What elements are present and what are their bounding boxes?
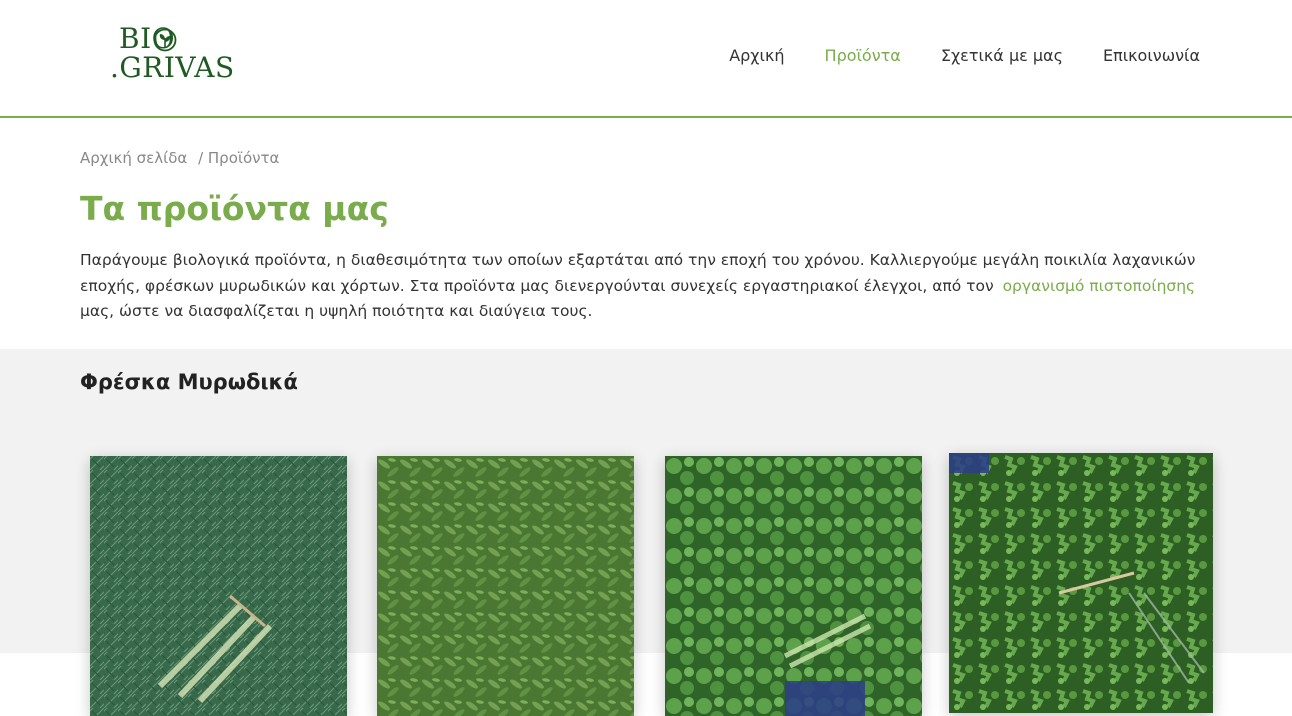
- breadcrumb: Αρχική σελίδα / Προϊόντα: [80, 149, 1220, 167]
- site-header: BIO .GRIVAS Αρχική Προϊόντα Σχετικά με μ…: [0, 0, 1292, 118]
- section-title: Φρέσκα Μυρωδικά: [80, 370, 298, 394]
- product-card-arugula[interactable]: [377, 456, 634, 716]
- parsley-image: [949, 453, 1213, 713]
- logo-line2: .GRIVAS: [110, 51, 235, 84]
- product-card-parsley[interactable]: [949, 453, 1213, 713]
- breadcrumb-home-link[interactable]: Αρχική σελίδα: [80, 149, 187, 167]
- nav-contact[interactable]: Επικοινωνία: [1103, 46, 1200, 65]
- nav-about[interactable]: Σχετικά με μας: [941, 46, 1063, 65]
- intro-text-after: μας, ώστε να διασφαλίζεται η υψηλή ποιότ…: [80, 302, 593, 320]
- main-content: Αρχική σελίδα / Προϊόντα Τα προϊόντα μας…: [80, 118, 1220, 325]
- nav-products[interactable]: Προϊόντα: [825, 46, 901, 65]
- page-title: Τα προϊόντα μας: [80, 189, 389, 228]
- dill-image: [90, 456, 347, 716]
- product-card-dill[interactable]: [90, 456, 347, 716]
- leaf-icon: [153, 28, 177, 52]
- certification-body-link[interactable]: οργανισμό πιστοποίησης: [999, 277, 1200, 295]
- main-nav: Αρχική Προϊόντα Σχετικά με μας Επικοινων…: [729, 46, 1200, 65]
- arugula-image: [377, 456, 634, 716]
- product-card-coriander[interactable]: [665, 456, 922, 716]
- herbs-section: Φρέσκα Μυρωδικά: [0, 349, 1292, 716]
- nav-home[interactable]: Αρχική: [729, 46, 784, 65]
- intro-text: Παράγουμε βιολογικά προϊόντα, η διαθεσιμ…: [80, 248, 1230, 325]
- coriander-image: [665, 456, 922, 716]
- breadcrumb-separator: /: [198, 149, 204, 167]
- breadcrumb-current: Προϊόντα: [207, 149, 280, 167]
